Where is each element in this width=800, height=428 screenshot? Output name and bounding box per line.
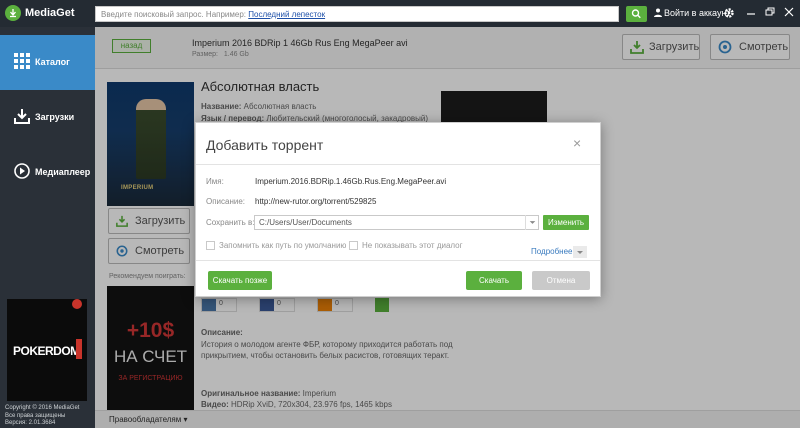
ad-logo: POKERDOM <box>13 344 80 358</box>
search-button[interactable] <box>626 6 647 22</box>
sidebar-item-downloads[interactable]: Загрузки <box>0 90 95 145</box>
divider <box>196 164 600 165</box>
search-placeholder: Введите поисковый запрос. Например: <box>101 10 247 19</box>
grid-icon <box>14 53 30 69</box>
sidebar-item-catalog[interactable]: Каталог <box>0 35 95 90</box>
chevron-down-icon[interactable] <box>573 246 587 258</box>
torrent-description: http://new-rutor.org/torrent/529825 <box>255 197 377 206</box>
minimize-icon[interactable] <box>743 4 759 20</box>
user-icon <box>654 8 662 17</box>
app-name: MediaGet <box>25 7 75 19</box>
change-path-button[interactable]: Изменить <box>543 215 589 230</box>
gear-icon[interactable] <box>722 6 736 20</box>
ad-close-icon[interactable] <box>72 299 82 309</box>
close-icon[interactable]: × <box>573 135 581 151</box>
app-logo-icon <box>5 5 21 21</box>
add-torrent-dialog: Добавить торрент × Имя: Imperium.2016.BD… <box>195 122 601 297</box>
sidebar-item-label: Каталог <box>35 57 70 67</box>
cancel-button[interactable]: Отмена <box>532 271 590 290</box>
sidebar-item-mediaplayer[interactable]: Медиаплеер <box>0 145 95 200</box>
play-icon <box>14 163 30 179</box>
copyright-line: Copyright © 2016 MediaGet <box>5 405 80 411</box>
dont-show-label: Не показывать этот диалог <box>362 241 463 250</box>
download-later-button[interactable]: Скачать позже <box>208 271 272 290</box>
divider <box>196 260 600 261</box>
search-icon <box>631 9 641 19</box>
download-icon <box>14 109 30 124</box>
title-bar: MediaGet Введите поисковый запрос. Напри… <box>0 0 800 27</box>
search-example-link[interactable]: Последний лепесток <box>248 10 325 19</box>
version-line: Версия: 2.01.3684 <box>5 420 56 426</box>
dialog-title: Добавить торрент <box>206 137 324 153</box>
save-path-input[interactable]: C:/Users/User/Documents <box>254 215 539 230</box>
copyright-line: Все права защищены <box>5 412 66 419</box>
chevron-down-icon[interactable] <box>525 215 539 230</box>
ad-logo-badge <box>76 339 82 359</box>
save-label: Сохранить в: <box>206 218 255 227</box>
dont-show-checkbox[interactable] <box>349 241 358 250</box>
sidebar-item-label: Загрузки <box>35 112 75 122</box>
restore-icon[interactable] <box>762 4 778 20</box>
search-input[interactable]: Введите поисковый запрос. Например: Посл… <box>95 6 619 22</box>
login-label: Войти в аккаунт <box>664 8 731 18</box>
sidebar-item-label: Медиаплеер <box>35 167 91 177</box>
confirm-download-button[interactable]: Скачать <box>466 271 522 290</box>
name-label: Имя: <box>206 177 224 186</box>
app-window: MediaGet Введите поисковый запрос. Напри… <box>0 0 800 428</box>
remember-path-checkbox[interactable] <box>206 241 215 250</box>
close-window-icon[interactable] <box>781 4 797 20</box>
more-details-link[interactable]: Подробнее <box>531 247 573 256</box>
login-link[interactable]: Войти в аккаунт <box>654 8 731 18</box>
remember-path-label: Запомнить как путь по умолчанию <box>219 241 347 250</box>
torrent-name: Imperium.2016.BDRip.1.46Gb.Rus.Eng.MegaP… <box>255 177 447 186</box>
sidebar: Каталог Загрузки Медиаплеер POKERDOM Cop… <box>0 27 95 428</box>
copyright-info: Copyright © 2016 MediaGet Все права защи… <box>5 405 79 428</box>
description-label: Описание: <box>206 197 246 206</box>
